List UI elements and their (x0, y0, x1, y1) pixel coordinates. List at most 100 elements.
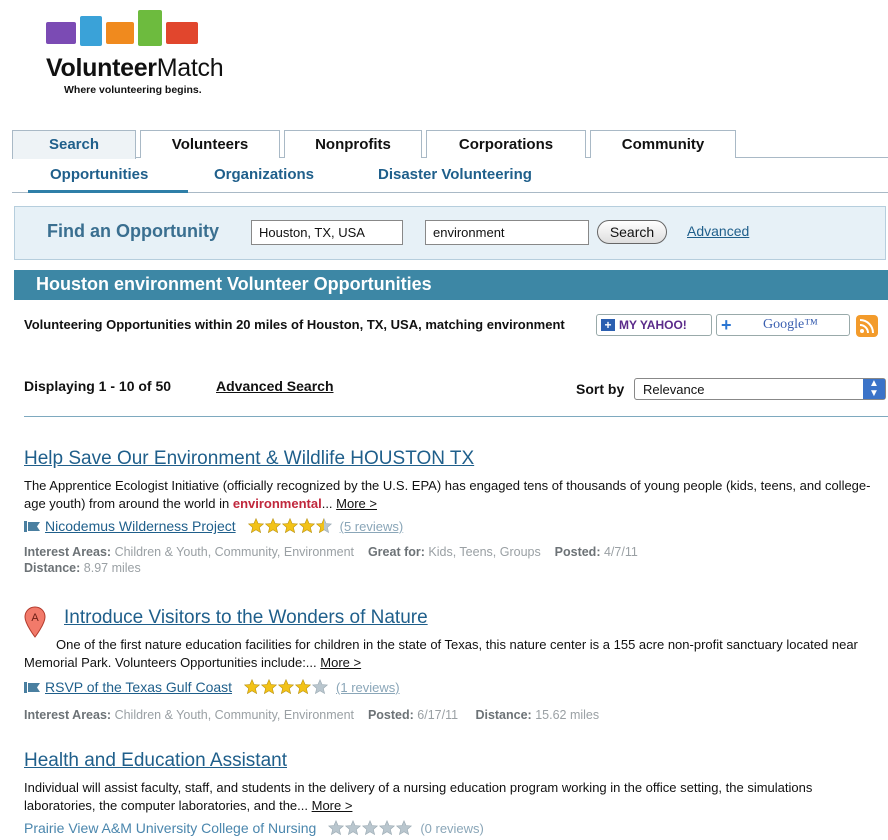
star-filled-icon (261, 679, 278, 695)
tab-corporations[interactable]: Corporations (426, 130, 586, 158)
find-opportunity-label: Find an Opportunity (47, 221, 219, 241)
hand-shape (106, 22, 134, 44)
result-org-line-3: Prairie View A&M University College of N… (24, 819, 484, 839)
hand-shape (46, 22, 76, 44)
result-desc-text: Individual will assist faculty, staff, a… (24, 780, 813, 813)
star-filled-icon (295, 679, 312, 695)
result-org-line-1: Nicodemus Wilderness Project (5 reviews) (24, 517, 403, 537)
meta-label: Posted: (554, 545, 601, 559)
star-rating-icon (243, 679, 329, 695)
add-to-google-button[interactable]: + Google™ (716, 314, 850, 336)
meta-value: 4/7/11 (603, 545, 638, 559)
result-title-2[interactable]: Introduce Visitors to the Wonders of Nat… (64, 607, 428, 629)
tab-nonprofits[interactable]: Nonprofits (284, 130, 422, 158)
results-title: Houston environment Volunteer Opportunit… (36, 274, 432, 294)
select-arrows-icon: ▲ ▼ (863, 379, 885, 399)
advanced-search-link[interactable]: Advanced Search (216, 378, 334, 394)
meta-value: 8.97 miles (83, 561, 141, 575)
organization-icon (24, 521, 40, 532)
listing-divider (24, 416, 888, 417)
meta-value: Children & Youth, Community, Environment (114, 708, 355, 722)
hand-shape (138, 10, 162, 46)
rss-glyph-icon (859, 319, 874, 334)
result-org-line-2: RSVP of the Texas Gulf Coast (1 reviews) (24, 678, 400, 698)
result-desc-highlight: environmental (232, 496, 322, 511)
meta-value: 6/17/11 (417, 708, 459, 722)
star-filled-icon (244, 679, 261, 695)
star-filled-icon (264, 518, 281, 534)
plus-icon: + (601, 319, 615, 331)
logo-word-bold: Volunteer (46, 54, 157, 82)
location-input[interactable]: Houston, TX, USA (251, 220, 403, 245)
meta-label: Distance: (24, 561, 81, 575)
add-to-my-yahoo-button[interactable]: + MY YAHOO! (596, 314, 712, 336)
organization-icon (24, 682, 40, 693)
rss-feed-icon[interactable] (856, 315, 878, 337)
meta-label: Distance: (475, 708, 532, 722)
main-tabs: Search Volunteers Nonprofits Corporation… (12, 130, 888, 159)
reviews-count-3: (0 reviews) (420, 821, 484, 836)
meta-value: Kids, Teens, Groups (428, 545, 541, 559)
more-link-1[interactable]: More > (336, 496, 377, 511)
find-opportunity-panel: Find an Opportunity Houston, TX, USA env… (14, 206, 886, 260)
star-empty-icon (362, 820, 379, 836)
logo-wordmark: VolunteerMatch (46, 54, 224, 83)
rating-stars-1 (247, 517, 336, 537)
volunteermatch-logo[interactable]: VolunteerMatch Where volunteering begins… (46, 8, 266, 98)
tab-community[interactable]: Community (590, 130, 736, 158)
logo-tagline: Where volunteering begins. (64, 84, 202, 96)
results-intro: Volunteering Opportunities within 20 mil… (24, 317, 565, 332)
meta-value: 15.62 miles (535, 708, 600, 722)
star-filled-icon (247, 518, 264, 534)
subtab-active-indicator (28, 190, 188, 193)
result-desc-2: One of the first nature education facili… (24, 636, 886, 672)
advanced-link[interactable]: Advanced (687, 223, 749, 239)
keyword-input[interactable]: environment (425, 220, 589, 245)
star-rating-icon (328, 820, 413, 836)
tab-search[interactable]: Search (12, 130, 136, 159)
google-label: Google™ (763, 317, 818, 332)
meta-label: Interest Areas: (24, 545, 112, 559)
map-marker-letter: A (31, 612, 39, 624)
star-empty-icon (345, 820, 362, 836)
hand-shape (80, 16, 102, 46)
result-desc-text: The Apprentice Ecologist Initiative (off… (24, 478, 871, 511)
sort-selected-value: Relevance (643, 382, 705, 397)
subtab-disaster-volunteering[interactable]: Disaster Volunteering (378, 166, 532, 183)
sort-by-label: Sort by (576, 381, 625, 397)
sort-select[interactable]: Relevance ▲ ▼ (634, 378, 886, 400)
star-empty-icon (311, 679, 329, 695)
result-meta-1: Interest Areas: Children & Youth, Commun… (24, 544, 886, 576)
result-desc-1: The Apprentice Ecologist Initiative (off… (24, 477, 886, 513)
results-header-bar: Houston environment Volunteer Opportunit… (14, 270, 888, 300)
meta-label: Interest Areas: (24, 708, 112, 722)
meta-value: Children & Youth, Community, Environment (114, 545, 355, 559)
subtab-opportunities[interactable]: Opportunities (50, 166, 148, 183)
more-link-3[interactable]: More > (312, 798, 353, 813)
org-link-2[interactable]: RSVP of the Texas Gulf Coast (45, 679, 232, 695)
result-title-3[interactable]: Health and Education Assistant (24, 750, 287, 772)
star-filled-icon (281, 518, 298, 534)
org-link-3[interactable]: Prairie View A&M University College of N… (24, 820, 316, 836)
org-link-1[interactable]: Nicodemus Wilderness Project (45, 518, 236, 534)
reviews-link-1[interactable]: (5 reviews) (340, 519, 404, 534)
more-link-2[interactable]: More > (320, 655, 361, 670)
reviews-link-2[interactable]: (1 reviews) (336, 680, 400, 695)
star-rating-icon (247, 518, 332, 534)
hands-logo-icon (46, 10, 198, 46)
logo-word-regular: Match (156, 54, 224, 82)
search-button[interactable]: Search (597, 220, 667, 244)
result-title-1[interactable]: Help Save Our Environment & Wildlife HOU… (24, 448, 474, 470)
yahoo-label: MY YAHOO! (619, 318, 687, 332)
result-desc-text: ... (321, 496, 337, 511)
tab-volunteers[interactable]: Volunteers (140, 130, 280, 158)
star-empty-icon (328, 820, 345, 836)
result-desc-text: One of the first nature education facili… (24, 637, 858, 670)
subtab-organizations[interactable]: Organizations (214, 166, 314, 183)
result-meta-2: Interest Areas: Children & Youth, Commun… (24, 707, 886, 723)
meta-label: Posted: (367, 708, 414, 722)
star-filled-icon (298, 518, 315, 534)
meta-label: Great for: (367, 545, 425, 559)
star-empty-icon (379, 820, 396, 836)
map-marker-icon[interactable]: A (24, 606, 46, 638)
